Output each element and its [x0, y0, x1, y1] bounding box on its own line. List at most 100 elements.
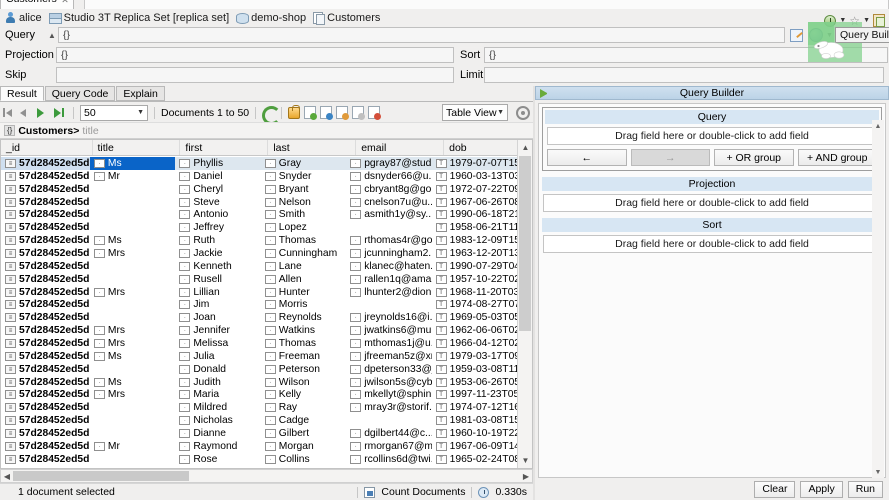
table-cell-email[interactable]: ·pgray87@studi...	[346, 157, 432, 170]
table-cell-dob[interactable]: T1974-07-12T16:...	[432, 401, 517, 414]
table-cell-dob[interactable]: T1990-07-29T04:...	[432, 260, 517, 273]
table-row[interactable]: ≡57d28452ed5d...·Mrs·Maria·Kelly·mkellyt…	[1, 388, 517, 401]
table-header-first[interactable]: first	[180, 140, 269, 155]
collapse-icon[interactable]: ▲	[46, 31, 58, 40]
table-cell-title[interactable]	[90, 427, 175, 440]
table-cell-id[interactable]: ≡57d28452ed5d...	[1, 427, 90, 440]
table-cell-dob[interactable]: T1965-02-24T08:...	[432, 453, 517, 466]
table-cell-title[interactable]	[90, 414, 175, 427]
table-cell-title[interactable]	[90, 311, 175, 324]
sort-dropzone[interactable]: Drag field here or double-click to add f…	[543, 235, 881, 253]
edit-field-icon[interactable]	[352, 106, 366, 120]
table-row[interactable]: ≡57d28452ed5d...·Ms·Phyllis·Gray·pgray87…	[1, 157, 518, 170]
table-cell-id[interactable]: ≡57d28452ed5d...	[1, 350, 90, 363]
table-cell-email[interactable]: ·mthomas1j@u...	[346, 337, 432, 350]
count-documents-button[interactable]: Count Documents	[381, 486, 465, 498]
gear-icon[interactable]	[516, 105, 530, 120]
delete-document-icon[interactable]	[368, 106, 382, 120]
table-cell-title[interactable]	[90, 221, 175, 234]
table-cell-dob[interactable]: T1981-03-08T15:...	[432, 414, 517, 427]
breadcrumb-collection-name[interactable]: Customers>	[18, 125, 79, 137]
table-cell-last[interactable]: · Morgan	[261, 440, 346, 453]
table-cell-first[interactable]: · Raymond	[175, 440, 260, 453]
table-cell-last[interactable]: · Kelly	[261, 388, 346, 401]
breadcrumb-field-name[interactable]: title	[82, 125, 98, 137]
clear-button[interactable]: Clear	[754, 480, 796, 498]
table-cell-title[interactable]: · Mrs	[90, 337, 175, 350]
edit-query-icon[interactable]	[790, 28, 803, 42]
query-builder-scrollbar[interactable]: ▲ ▼	[872, 120, 884, 478]
scroll-down-arrow-icon[interactable]: ▼	[518, 453, 532, 468]
table-cell-title[interactable]: · Mr	[90, 440, 175, 453]
table-cell-title[interactable]	[90, 260, 175, 273]
table-cell-email[interactable]: ·dpeterson33@j...	[346, 363, 432, 376]
table-cell-id[interactable]: ≡57d28452ed5d...	[1, 414, 90, 427]
breadcrumb-user[interactable]: alice	[5, 12, 42, 24]
table-cell-last[interactable]: · Cunningham	[261, 247, 346, 260]
table-cell-id[interactable]: ≡57d28452ed5d...	[1, 157, 90, 170]
table-cell-dob[interactable]: T1967-06-09T14:...	[432, 440, 517, 453]
table-cell-title[interactable]: · Ms	[90, 234, 175, 247]
table-cell-last[interactable]: · Gilbert	[261, 427, 346, 440]
table-row[interactable]: ≡57d28452ed5d...·Cheryl·Bryant·cbryant8g…	[1, 183, 517, 196]
table-cell-id[interactable]: ≡57d28452ed5d...	[1, 453, 90, 466]
table-cell-email[interactable]: · asmith1y@sy...	[346, 208, 432, 221]
table-row[interactable]: ≡57d28452ed5d...·Donald·Peterson·dpeters…	[1, 363, 517, 376]
breadcrumb-server[interactable]: Studio 3T Replica Set [replica set]	[48, 12, 229, 24]
projection-dropzone[interactable]: Drag field here or double-click to add f…	[543, 194, 881, 212]
table-cell-dob[interactable]: T1962-06-06T02:...	[432, 324, 517, 337]
table-cell-id[interactable]: ≡57d28452ed5d...	[1, 388, 90, 401]
table-cell-first[interactable]: · Rose	[175, 453, 260, 466]
table-cell-id[interactable]: ≡57d28452ed5d...	[1, 260, 90, 273]
table-cell-email[interactable]: ·jfreeman5z@xr...	[346, 350, 432, 363]
table-row[interactable]: ≡57d28452ed5d...·Mrs·Lillian·Hunter·lhun…	[1, 286, 517, 299]
table-cell-first[interactable]: · Jackie	[175, 247, 260, 260]
table-cell-last[interactable]: · Nelson	[261, 196, 346, 209]
table-cell-id[interactable]: ≡57d28452ed5d...	[1, 196, 90, 209]
table-cell-id[interactable]: ≡57d28452ed5d...	[1, 183, 90, 196]
table-cell-title[interactable]	[90, 401, 175, 414]
table-cell-last[interactable]: · Hunter	[261, 286, 346, 299]
table-row[interactable]: ≡57d28452ed5d...·Joan·Reynolds·jreynolds…	[1, 311, 517, 324]
table-cell-last[interactable]: · Thomas	[261, 337, 346, 350]
table-cell-first[interactable]: · Jeffrey	[175, 221, 260, 234]
table-cell-title[interactable]	[90, 196, 175, 209]
table-cell-id[interactable]: ≡57d28452ed5d...	[1, 440, 90, 453]
table-cell-email[interactable]: · klanec@haten...	[346, 260, 432, 273]
table-cell-email[interactable]: ·rcollins6d@twi...	[346, 453, 432, 466]
apply-button[interactable]: Apply	[800, 480, 843, 498]
qb-scroll-up-icon[interactable]: ▲	[872, 120, 884, 132]
table-cell-email[interactable]: · dsnyder66@u...	[346, 170, 432, 183]
add-document-icon[interactable]	[304, 106, 318, 120]
table-cell-first[interactable]: · Nicholas	[175, 414, 260, 427]
table-cell-title[interactable]: · Mr	[90, 170, 175, 183]
scroll-left-arrow-icon[interactable]: ◀	[1, 470, 13, 482]
vertical-scroll-thumb[interactable]	[519, 156, 531, 331]
table-row[interactable]: ≡57d28452ed5d...·Ms·Judith·Wilson·jwilso…	[1, 376, 517, 389]
table-cell-last[interactable]: · Reynolds	[261, 311, 346, 324]
table-row[interactable]: ≡57d28452ed5d...·Mrs·Jennifer·Watkins·jw…	[1, 324, 517, 337]
table-cell-email[interactable]: ·rthomas4r@go...	[346, 234, 432, 247]
table-header-email[interactable]: email	[356, 140, 445, 155]
table-cell-first[interactable]: · Julia	[175, 350, 260, 363]
table-cell-last[interactable]: · Snyder	[261, 170, 346, 183]
table-cell-id[interactable]: ≡57d28452ed5d...	[1, 324, 90, 337]
table-cell-first[interactable]: · Joan	[175, 311, 260, 324]
table-cell-title[interactable]	[90, 183, 175, 196]
table-cell-id[interactable]: ≡57d28452ed5d...	[1, 273, 90, 286]
table-row[interactable]: ≡57d28452ed5d...·Nicholas·CadgeT1981-03-…	[1, 414, 517, 427]
table-row[interactable]: ≡57d28452ed5d...·Steve·Nelson·cnelson7u@…	[1, 196, 517, 209]
tab-customers[interactable]: Customers ✕	[0, 0, 74, 9]
table-cell-email[interactable]: ·jwilson5s@cyb...	[346, 376, 432, 389]
qb-scroll-down-icon[interactable]: ▼	[872, 466, 884, 478]
table-cell-last[interactable]: · Ray	[261, 401, 346, 414]
table-row[interactable]: ≡57d28452ed5d...·Mr·Raymond·Morgan·rmorg…	[1, 440, 517, 453]
chevron-down-icon-favorite[interactable]: ▼	[863, 17, 870, 24]
table-cell-dob[interactable]: T1974-08-27T07:...	[432, 298, 517, 311]
table-cell-dob[interactable]: T1960-03-13T03:...	[432, 170, 517, 183]
first-page-button[interactable]	[3, 106, 16, 119]
table-cell-dob[interactable]: T1960-10-19T22:...	[432, 427, 517, 440]
table-cell-id[interactable]: ≡57d28452ed5d...	[1, 401, 90, 414]
add-or-group-button[interactable]: + OR group	[714, 149, 794, 166]
table-cell-title[interactable]: · Mrs	[90, 247, 175, 260]
